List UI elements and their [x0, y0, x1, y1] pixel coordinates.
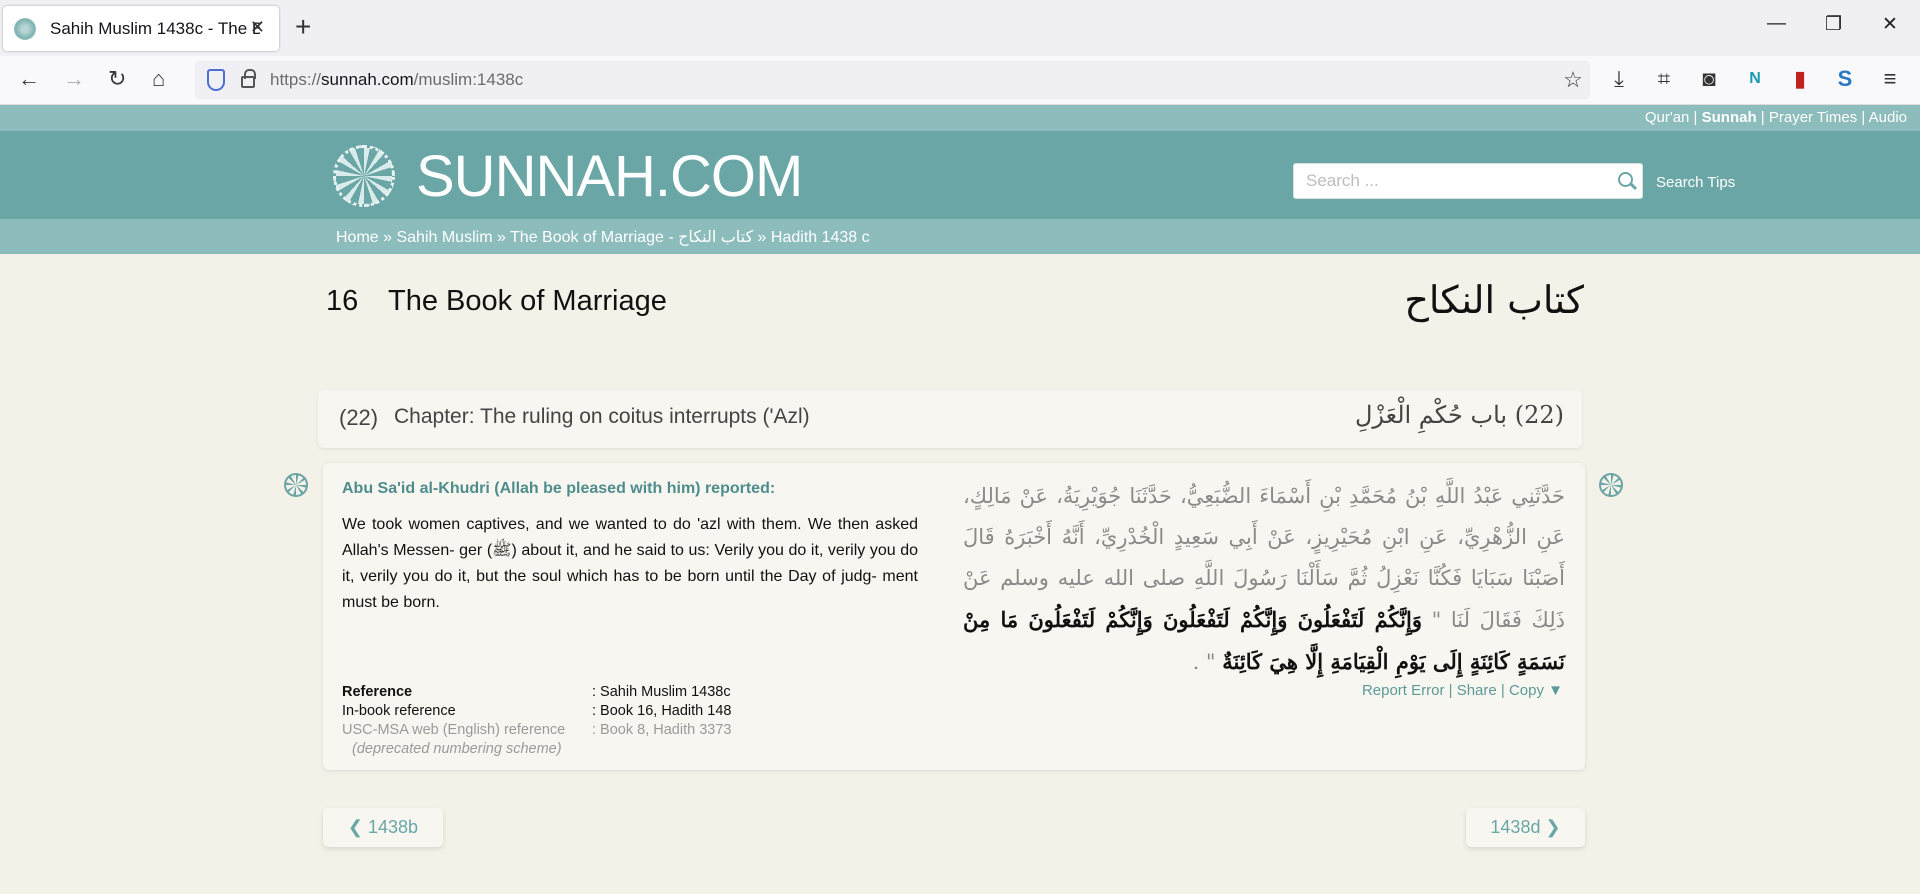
sunnah-logo-icon[interactable]	[333, 145, 395, 207]
link-audio[interactable]: Audio	[1869, 109, 1907, 126]
restore-button[interactable]: ❐	[1825, 13, 1842, 36]
bookmark-star-icon[interactable]: ☆	[1559, 66, 1587, 94]
close-window-button[interactable]: ✕	[1882, 13, 1898, 36]
site-top-links-bar: Qur'an | Sunnah | Prayer Times | Audio	[0, 105, 1920, 131]
inbook-reference-label: In-book reference	[342, 703, 456, 719]
back-arrow-icon[interactable]: ←	[18, 66, 40, 92]
site-favicon-icon	[14, 17, 36, 40]
chapter-arabic-title: (22) باب حُكْمِ الْعَزْلِ	[1354, 401, 1564, 429]
next-hadith-button[interactable]: 1438d ❯	[1466, 808, 1585, 847]
hadith-actions: Report Error | Share | Copy ▼	[1362, 682, 1563, 699]
lock-icon[interactable]	[241, 69, 256, 88]
right-ornament-icon	[1599, 473, 1623, 497]
share-link[interactable]: Share	[1457, 682, 1497, 699]
pdf-extension-icon[interactable]: ▮	[1786, 65, 1814, 93]
arabic-end: " .	[1192, 650, 1223, 674]
home-icon[interactable]: ⌂	[152, 66, 165, 92]
link-prayer-times[interactable]: Prayer Times	[1769, 109, 1857, 126]
reference-row: Reference : Sahih Muslim 1438c	[342, 683, 731, 702]
report-error-link[interactable]: Report Error	[1362, 682, 1445, 699]
new-tab-button[interactable]: +	[295, 12, 311, 42]
url-host: sunnah.com	[321, 70, 414, 89]
reference-label: Reference	[342, 684, 413, 700]
breadcrumb: Home » Sahih Muslim » The Book of Marria…	[336, 227, 870, 247]
book-title: The Book of Marriage	[388, 285, 667, 317]
browser-tab[interactable]: Sahih Muslim 1438c - The Book ✕	[3, 6, 279, 51]
breadcrumb-collection[interactable]: Sahih Muslim	[396, 229, 492, 246]
breadcrumb-bar: Home » Sahih Muslim » The Book of Marria…	[0, 219, 1920, 254]
tab-title: Sahih Muslim 1438c - The Book	[50, 18, 260, 38]
copy-dropdown[interactable]: Copy ▼	[1509, 682, 1563, 699]
browser-tab-bar: Sahih Muslim 1438c - The Book ✕ + — ❐ ✕	[0, 0, 1920, 56]
url-text[interactable]: https://sunnah.com/muslim:1438c	[270, 70, 523, 90]
separator: |	[1857, 109, 1869, 126]
book-arabic-title: كتاب النكاح	[1404, 278, 1584, 322]
chevron-right-icon: ❯	[1545, 817, 1561, 837]
hadith-card: Abu Sa'id al-Khudri (Allah be pleased wi…	[323, 463, 1585, 770]
separator: |	[1444, 682, 1457, 699]
tracking-shield-icon[interactable]	[207, 69, 225, 91]
camera-icon[interactable]: ◙	[1695, 65, 1723, 93]
extension-n-icon[interactable]: N	[1741, 65, 1769, 93]
hadith-narrator: Abu Sa'id al-Khudri (Allah be pleased wi…	[342, 480, 776, 497]
menu-hamburger-icon[interactable]: ≡	[1876, 65, 1904, 93]
hadith-english-text: We took women captives, and we wanted to…	[342, 516, 918, 611]
forward-arrow-icon[interactable]: →	[63, 66, 85, 92]
left-ornament-icon	[284, 473, 308, 497]
downloads-icon[interactable]: ⤓	[1605, 65, 1633, 93]
book-number: 16	[326, 285, 359, 317]
breadcrumb-book[interactable]: The Book of Marriage - كتاب النكاح	[510, 229, 753, 246]
reference-value: : Sahih Muslim 1438c	[592, 684, 731, 700]
inbook-reference-value: : Book 16, Hadith 148	[592, 703, 732, 719]
address-bar[interactable]: https://sunnah.com/muslim:1438c ☆	[195, 61, 1590, 99]
site-logo-text[interactable]: SUNNAH.COM	[416, 143, 803, 210]
chapter-heading: (22) Chapter: The ruling on coitus inter…	[318, 390, 1582, 448]
top-links: Qur'an | Sunnah | Prayer Times | Audio	[1645, 109, 1907, 126]
link-quran[interactable]: Qur'an	[1645, 109, 1690, 126]
chapter-title: Chapter: The ruling on coitus interrupts…	[394, 405, 810, 428]
close-tab-icon[interactable]: ✕	[250, 17, 265, 38]
search-box	[1293, 163, 1643, 199]
breadcrumb-hadith: Hadith 1438 c	[770, 229, 870, 246]
search-icon[interactable]	[1618, 172, 1633, 187]
reload-icon[interactable]: ↻	[108, 66, 126, 92]
url-path: /muslim:1438c	[413, 70, 524, 89]
separator: |	[1756, 109, 1769, 126]
link-sunnah[interactable]: Sunnah	[1702, 109, 1757, 126]
separator: |	[1496, 682, 1509, 699]
next-hadith-label: 1438d	[1490, 817, 1541, 837]
extension-s-icon[interactable]: S	[1831, 65, 1859, 93]
breadcrumb-separator: »	[378, 229, 397, 246]
breadcrumb-separator: »	[492, 229, 511, 246]
previous-hadith-button[interactable]: ❮ 1438b	[323, 808, 443, 847]
crop-icon[interactable]: ⌗	[1650, 65, 1678, 93]
breadcrumb-separator: »	[753, 229, 771, 246]
usc-reference-row: USC-MSA web (English) reference : Book 8…	[342, 721, 731, 740]
hadith-arabic-text: حَدَّثَنِي عَبْدُ اللَّهِ بْنُ مُحَمَّدِ…	[963, 476, 1565, 683]
browser-nav-bar: ← → ↻ ⌂ https://sunnah.com/muslim:1438c …	[0, 56, 1920, 105]
url-scheme: https://	[270, 70, 322, 89]
search-input[interactable]	[1294, 164, 1614, 198]
minimize-button[interactable]: —	[1767, 13, 1786, 35]
search-tips-link[interactable]: Search Tips	[1656, 174, 1735, 191]
breadcrumb-home[interactable]: Home	[336, 229, 379, 246]
separator: |	[1689, 109, 1702, 126]
site-header: SUNNAH.COM Search Tips	[0, 131, 1920, 219]
deprecated-note: (deprecated numbering scheme)	[352, 741, 562, 757]
chapter-number: (22)	[339, 405, 379, 430]
hadith-references: Reference : Sahih Muslim 1438c In-book r…	[342, 683, 731, 759]
usc-reference-value: : Book 8, Hadith 3373	[592, 722, 732, 738]
usc-reference-label: USC-MSA web (English) reference	[342, 722, 566, 738]
inbook-reference-row: In-book reference : Book 16, Hadith 148	[342, 702, 731, 721]
previous-hadith-label: 1438b	[368, 817, 419, 837]
chevron-left-icon: ❮	[347, 817, 363, 837]
